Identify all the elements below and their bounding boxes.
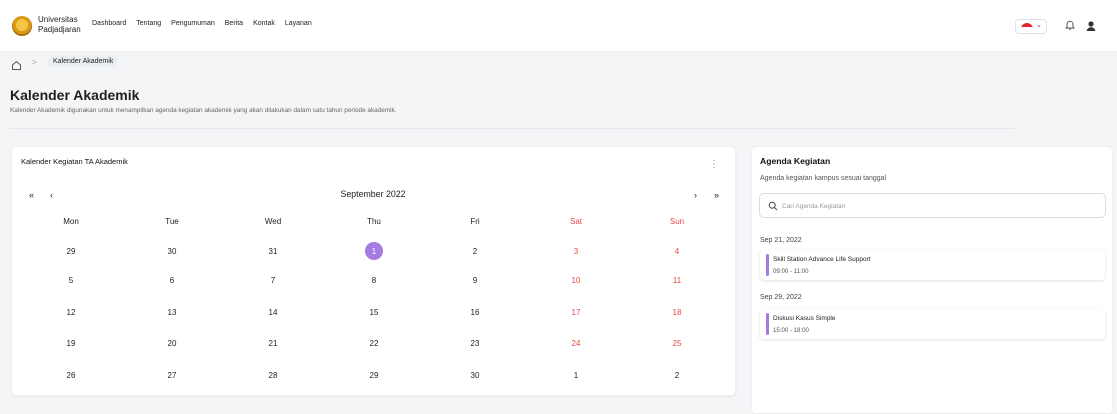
nav-tentang[interactable]: Tentang bbox=[136, 20, 161, 27]
calendar-day[interactable]: 9 bbox=[430, 276, 520, 285]
calendar-day[interactable]: 2 bbox=[632, 371, 722, 380]
chevron-down-icon: ⌄ bbox=[1036, 22, 1042, 29]
nav-layanan[interactable]: Layanan bbox=[285, 20, 312, 27]
weekday-mon: Mon bbox=[63, 217, 79, 226]
calendar-day[interactable]: 22 bbox=[329, 339, 419, 348]
calendar-day[interactable]: 4 bbox=[632, 247, 722, 256]
calendar-day[interactable]: 17 bbox=[531, 308, 621, 317]
agenda-title: Agenda Kegiatan bbox=[760, 156, 831, 166]
top-navigation-bar: Universitas Padjadjaran Dashboard Tentan… bbox=[0, 0, 1117, 52]
calendar-day-today[interactable]: 1 bbox=[329, 247, 419, 256]
user-icon[interactable] bbox=[1084, 19, 1098, 33]
first-month-button[interactable]: « bbox=[29, 190, 34, 200]
event-time: 09:00 - 11:00 bbox=[773, 268, 809, 275]
calendar-day[interactable]: 2 bbox=[430, 247, 520, 256]
calendar-day[interactable]: 10 bbox=[531, 276, 621, 285]
flag-indonesia-icon bbox=[1021, 23, 1033, 30]
calendar-day[interactable]: 19 bbox=[26, 339, 116, 348]
bell-icon-graphic bbox=[1064, 20, 1076, 30]
language-selector[interactable]: ⌄ bbox=[1015, 19, 1047, 34]
calendar-day[interactable]: 30 bbox=[127, 247, 217, 256]
search-icon bbox=[768, 201, 778, 211]
brand-name[interactable]: Universitas Padjadjaran bbox=[38, 15, 81, 35]
calendar-day[interactable]: 25 bbox=[632, 339, 722, 348]
user-icon-graphic bbox=[1086, 21, 1096, 31]
bell-icon[interactable] bbox=[1063, 19, 1077, 33]
nav-berita[interactable]: Berita bbox=[225, 20, 243, 27]
calendar-day[interactable]: 1 bbox=[531, 371, 621, 380]
agenda-event[interactable]: Diskusi Kasus Simple 15:00 - 18:00 bbox=[760, 309, 1105, 339]
section-divider bbox=[10, 128, 1015, 129]
calendar-day[interactable]: 8 bbox=[329, 276, 419, 285]
calendar-day[interactable]: 28 bbox=[228, 371, 318, 380]
calendar-day[interactable]: 14 bbox=[228, 308, 318, 317]
calendar-day[interactable]: 26 bbox=[26, 371, 116, 380]
home-icon[interactable] bbox=[11, 58, 22, 70]
breadcrumb-separator: > bbox=[32, 58, 37, 67]
more-options-icon[interactable]: ⋮ bbox=[709, 159, 719, 170]
event-name: Skill Station Advance Life Support bbox=[773, 256, 871, 263]
event-name: Diskusi Kasus Simple bbox=[773, 315, 836, 322]
weekday-thu: Thu bbox=[367, 217, 381, 226]
weekday-sat: Sat bbox=[569, 217, 582, 226]
main-navigation: Dashboard Tentang Pengumuman Berita Kont… bbox=[92, 20, 312, 27]
previous-month-button[interactable]: ‹ bbox=[50, 190, 53, 200]
calendar-day[interactable]: 16 bbox=[430, 308, 520, 317]
weekday-sun: Sun bbox=[669, 217, 685, 226]
page-description: Kalender Akademik digunakan untuk menamp… bbox=[10, 107, 397, 114]
agenda-date: Sep 29, 2022 bbox=[760, 294, 802, 301]
calendar-day[interactable]: 29 bbox=[329, 371, 419, 380]
university-logo[interactable] bbox=[12, 16, 32, 36]
brand-line-1: Universitas bbox=[38, 15, 78, 24]
brand-line-2: Padjadjaran bbox=[38, 25, 81, 34]
calendar-day[interactable]: 27 bbox=[127, 371, 217, 380]
event-time: 15:00 - 18:00 bbox=[773, 327, 809, 334]
calendar-day[interactable]: 18 bbox=[632, 308, 722, 317]
weekday-fri: Fri bbox=[470, 217, 480, 226]
next-month-button[interactable]: › bbox=[694, 190, 697, 200]
agenda-search[interactable] bbox=[759, 193, 1106, 218]
calendar-day[interactable]: 29 bbox=[26, 247, 116, 256]
calendar-day[interactable]: 24 bbox=[531, 339, 621, 348]
calendar-day[interactable]: 31 bbox=[228, 247, 318, 256]
calendar-day[interactable]: 21 bbox=[228, 339, 318, 348]
agenda-subtitle: Agenda kegiatan kampus sesuai tanggal bbox=[760, 175, 887, 182]
calendar-day[interactable]: 12 bbox=[26, 308, 116, 317]
calendar-day[interactable]: 5 bbox=[26, 276, 116, 285]
calendar-day[interactable]: 6 bbox=[127, 276, 217, 285]
weekday-wed: Wed bbox=[264, 217, 282, 226]
page-title: Kalender Akademik bbox=[10, 87, 140, 103]
agenda-date: Sep 21, 2022 bbox=[760, 237, 802, 244]
nav-pengumuman[interactable]: Pengumuman bbox=[171, 20, 215, 27]
calendar-day[interactable]: 20 bbox=[127, 339, 217, 348]
search-input[interactable] bbox=[782, 197, 1092, 215]
calendar-day[interactable]: 11 bbox=[632, 276, 722, 285]
event-accent-bar bbox=[766, 254, 769, 276]
calendar-day[interactable]: 3 bbox=[531, 247, 621, 256]
calendar-day[interactable]: 23 bbox=[430, 339, 520, 348]
month-label: September 2022 bbox=[340, 189, 406, 199]
academic-calendar: Kalender Kegiatan TA Akademik ⋮ « ‹ Sept… bbox=[11, 146, 736, 396]
agenda-event[interactable]: Skill Station Advance Life Support 09:00… bbox=[760, 250, 1105, 280]
nav-dashboard[interactable]: Dashboard bbox=[92, 20, 126, 27]
event-accent-bar bbox=[766, 313, 769, 335]
home-icon-graphic bbox=[12, 60, 21, 70]
nav-kontak[interactable]: Kontak bbox=[253, 20, 275, 27]
calendar-day[interactable]: 13 bbox=[127, 308, 217, 317]
breadcrumb-current: Kalender Akademik bbox=[48, 56, 119, 67]
calendar-day[interactable]: 30 bbox=[430, 371, 520, 380]
agenda-panel: Agenda Kegiatan Agenda kegiatan kampus s… bbox=[751, 146, 1113, 414]
calendar-day[interactable]: 7 bbox=[228, 276, 318, 285]
weekday-tue: Tue bbox=[165, 217, 179, 226]
calendar-day[interactable]: 15 bbox=[329, 308, 419, 317]
last-month-button[interactable]: » bbox=[714, 190, 719, 200]
calendar-title: Kalender Kegiatan TA Akademik bbox=[21, 157, 128, 166]
